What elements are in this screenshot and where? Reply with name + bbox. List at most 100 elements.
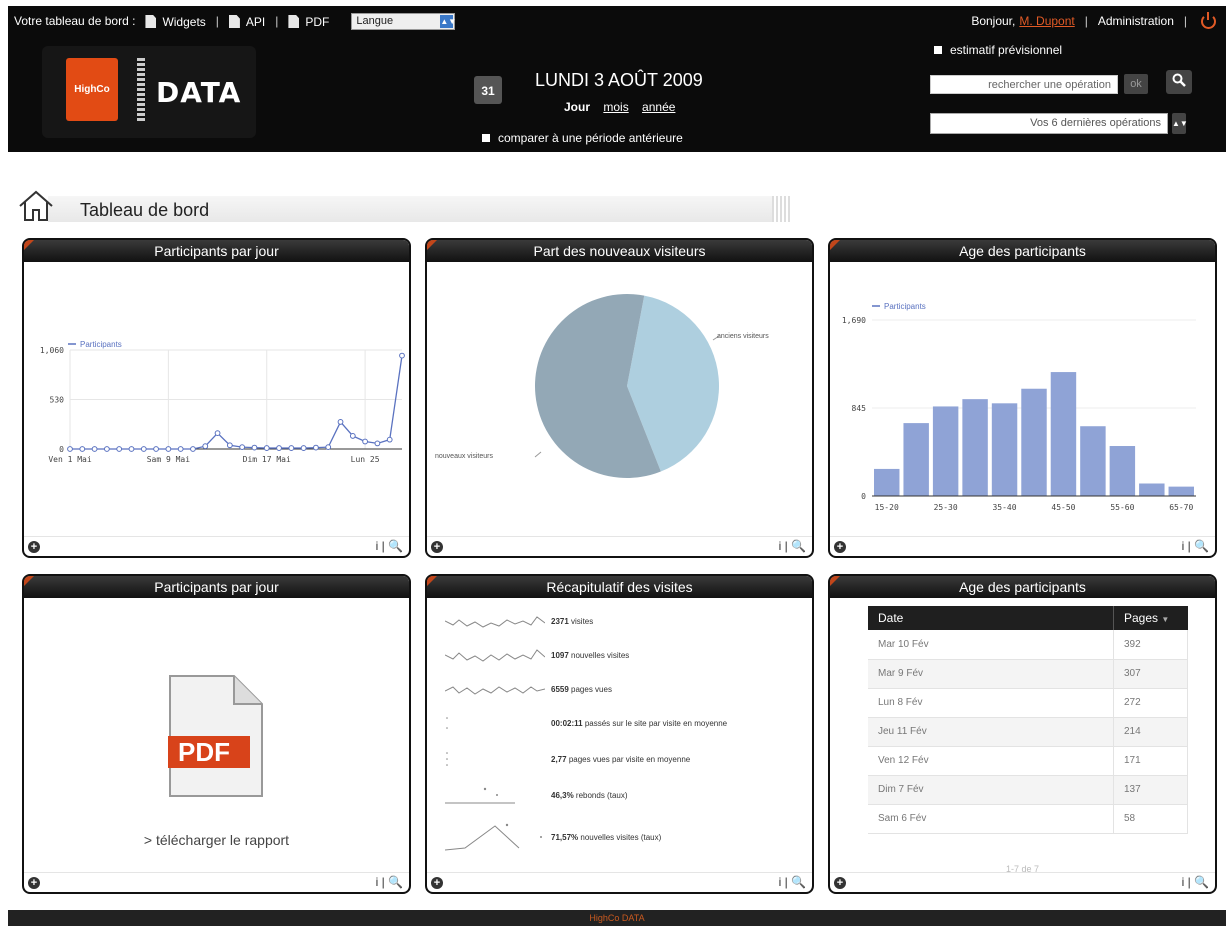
bar — [1168, 486, 1194, 496]
period-month[interactable]: mois — [603, 100, 628, 114]
zoom-icon[interactable]: 🔍 — [388, 539, 403, 553]
estimate-checkbox[interactable] — [934, 46, 942, 54]
home-icon[interactable] — [16, 188, 56, 222]
info-icon[interactable]: i — [1182, 539, 1185, 553]
compare-checkbox[interactable] — [482, 134, 490, 142]
line-chart: 0 530 1,060 Ven 1 Mai Sam 9 Mai Dim 17 Mai Lun… — [40, 340, 405, 464]
data-point — [226, 442, 233, 449]
x-tick-label: 35-40 — [992, 503, 1016, 512]
admin-link[interactable]: Administration — [1098, 14, 1174, 28]
table-row[interactable]: Jeu 11 Fév 214 — [868, 717, 1188, 747]
data-point — [337, 419, 344, 425]
data-point — [399, 352, 405, 359]
panel-visits-summary: Récapitulatif des visites 2371 visites 1… — [425, 574, 814, 894]
data-point — [313, 444, 319, 451]
table-row[interactable]: Sam 6 Fév 58 — [868, 804, 1188, 834]
info-icon[interactable]: i — [376, 875, 379, 889]
column-header-pages[interactable]: Pages ▼ — [1113, 606, 1188, 630]
info-icon[interactable]: i — [779, 539, 782, 553]
data-point — [79, 446, 86, 452]
zoom-icon[interactable]: 🔍 — [388, 875, 403, 889]
data-point — [190, 446, 196, 452]
panel-participants-per-day: Participants par jour 0 530 1,060 Ven 1 Mai… — [22, 238, 411, 558]
legend-label: Participants — [80, 340, 122, 349]
api-link[interactable]: API — [228, 13, 265, 29]
add-icon[interactable]: + — [431, 877, 443, 889]
compare-option[interactable]: comparer à une période antérieure — [482, 131, 683, 145]
data-point — [91, 446, 98, 452]
y-tick-label: 845 — [852, 404, 867, 413]
language-select[interactable]: Langue ▲▼ — [351, 12, 457, 30]
x-tick-label: Lun 25 — [351, 455, 380, 464]
search-ok-button[interactable]: ok — [1124, 74, 1148, 94]
data-point — [276, 445, 282, 451]
table-row[interactable]: Lun 8 Fév 272 — [868, 688, 1188, 718]
operations-select[interactable]: Vos 6 dernières opérations — [930, 113, 1168, 134]
pdf-document-icon[interactable]: PDF — [168, 674, 264, 798]
period-year[interactable]: année — [642, 100, 675, 114]
y-tick-label: 530 — [50, 396, 65, 405]
logo[interactable]: HighCo DATA — [42, 46, 256, 138]
calendar-icon[interactable]: 31 — [474, 76, 502, 104]
add-icon[interactable]: + — [834, 877, 846, 889]
sparkline — [445, 616, 545, 628]
sparkline — [446, 717, 448, 729]
bar — [874, 468, 900, 496]
bar-chart: 0 845 1,690 15-20 25-30 35-40 45-50 55-60 65-70 P… — [842, 302, 1196, 512]
y-tick-label: 0 — [59, 445, 64, 454]
summary-row: 6559 pages vues — [445, 678, 612, 700]
add-icon[interactable]: + — [431, 541, 443, 553]
zoom-icon[interactable]: 🔍 — [791, 875, 806, 889]
panel-pdf-report: Participants par jour PDF > télécharger … — [22, 574, 411, 894]
data-point — [177, 446, 184, 452]
table-row[interactable]: Mar 10 Fév 392 — [868, 630, 1188, 660]
data-point — [325, 444, 332, 451]
table-row[interactable]: Mar 9 Fév 307 — [868, 659, 1188, 689]
zoom-icon[interactable]: 🔍 — [1194, 539, 1209, 553]
add-icon[interactable]: + — [834, 541, 846, 553]
info-icon[interactable]: i — [1182, 875, 1185, 889]
search-icon[interactable] — [1166, 70, 1192, 94]
estimate-option[interactable]: estimatif prévisionnel — [934, 43, 1062, 57]
info-icon[interactable]: i — [779, 875, 782, 889]
select-arrow-icon[interactable]: ▲▼ — [1172, 113, 1188, 134]
x-tick-label: 45-50 — [1051, 503, 1075, 512]
widgets-link[interactable]: Widgets — [145, 13, 206, 29]
bar — [1050, 372, 1077, 496]
pdf-link[interactable]: PDF — [288, 13, 329, 29]
legend-label: Participants — [884, 302, 926, 311]
add-icon[interactable]: + — [28, 877, 40, 889]
sparkline — [445, 686, 545, 695]
power-icon[interactable] — [1201, 11, 1216, 29]
x-tick-label: 55-60 — [1110, 503, 1134, 512]
user-link[interactable]: M. Dupont — [1019, 14, 1074, 28]
zoom-icon[interactable]: 🔍 — [1194, 875, 1209, 889]
panel-title: Participants par jour — [24, 240, 409, 262]
add-icon[interactable]: + — [28, 541, 40, 553]
x-tick-label: Ven 1 Mai — [48, 455, 92, 464]
column-header-date[interactable]: Date — [868, 606, 1114, 630]
info-icon[interactable]: i — [376, 539, 379, 553]
x-tick-label: Dim 17 Mai — [243, 455, 291, 464]
bar — [903, 423, 929, 496]
panel-new-visitors-share: Part des nouveaux visiteurs anciens visi… — [425, 238, 814, 558]
period-day[interactable]: Jour — [564, 100, 590, 114]
data-point — [300, 445, 307, 451]
download-report-link[interactable]: > télécharger le rapport — [24, 832, 409, 848]
search-input[interactable]: rechercher une opération — [930, 75, 1118, 94]
table-row[interactable]: Dim 7 Fév 137 — [868, 775, 1188, 805]
panel-title: Récapitulatif des visites — [427, 576, 812, 598]
bar — [1139, 483, 1165, 496]
data-point — [362, 438, 369, 445]
y-tick-label: 1,060 — [40, 346, 64, 355]
label-connector — [534, 451, 542, 458]
page-title: Tableau de bord — [80, 200, 210, 220]
table-row[interactable]: Ven 12 Fév 171 — [868, 746, 1188, 776]
data-logo-text: DATA — [156, 76, 242, 109]
select-arrow-icon: ▲▼ — [440, 14, 457, 28]
data-point — [239, 444, 246, 451]
x-tick-label: 65-70 — [1169, 503, 1193, 512]
sparkline — [445, 649, 545, 662]
zoom-icon[interactable]: 🔍 — [791, 539, 806, 553]
data-point — [214, 430, 221, 437]
